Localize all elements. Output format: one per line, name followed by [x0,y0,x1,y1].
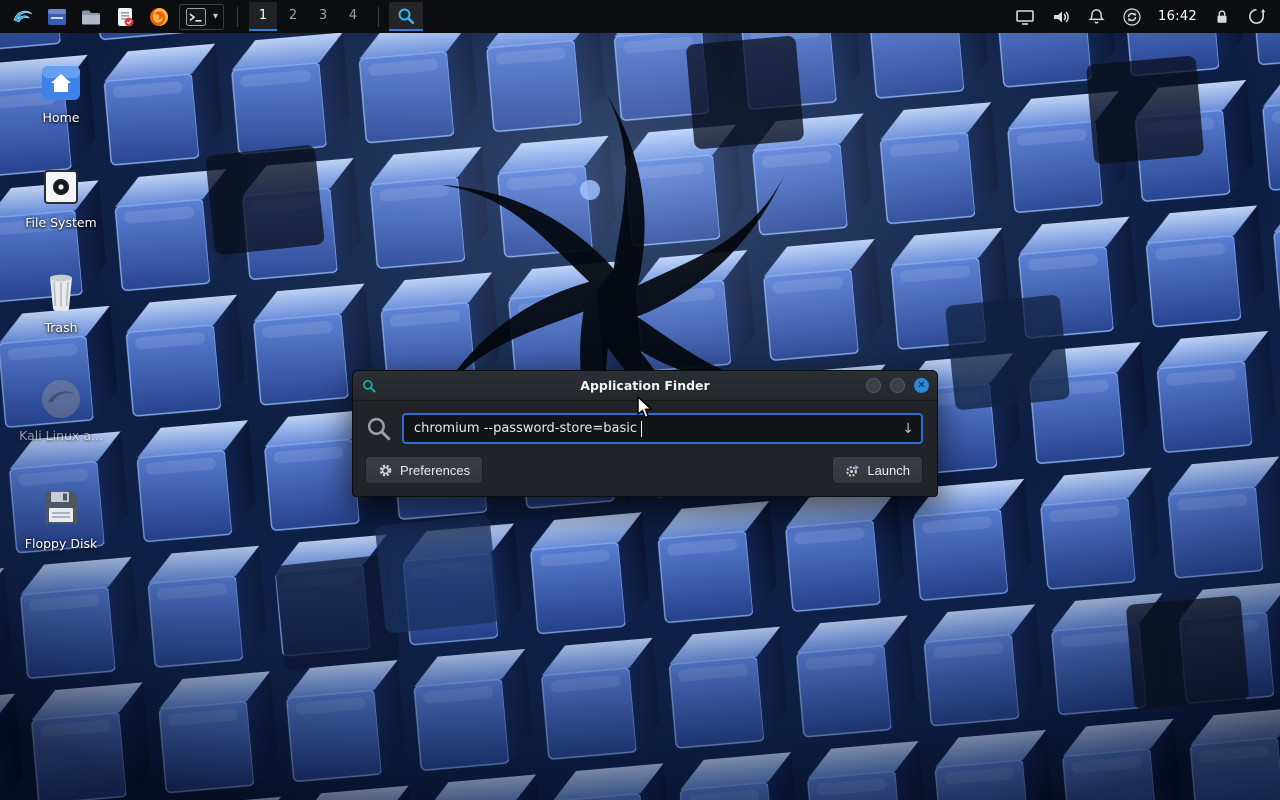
floppy-disk-icon [41,484,81,528]
home-icon [40,58,82,102]
desktop-icon-trash[interactable]: Trash [15,268,107,335]
window-title: Application Finder [353,378,937,393]
workspace-button-2[interactable]: 2 [279,2,307,31]
preferences-label: Preferences [400,463,470,478]
volume-icon[interactable] [1051,7,1071,27]
text-caret [641,421,642,437]
arrow-down-icon[interactable]: ↓ [902,421,914,437]
preferences-button[interactable]: Preferences [365,456,483,484]
display-icon[interactable] [1015,7,1035,27]
desktop-icon-label: File System [25,215,97,230]
folder-launcher[interactable] [77,3,105,31]
desktop-icon-label: Home [43,110,80,125]
command-input[interactable]: chromium --password-store=basic ↓ [402,413,923,444]
file-system-icon [41,163,81,207]
desktop-icon-label: Kali Linux a... [19,428,103,443]
application-finder-icon [396,6,416,26]
launch-button[interactable]: Launch [832,456,923,484]
launch-icon [845,463,860,478]
kali-menu-icon [11,5,35,29]
sync-icon[interactable] [1122,7,1142,27]
workspace-button-4[interactable]: 4 [339,2,367,31]
window-icon [361,378,377,394]
firefox-icon [148,6,170,28]
window-controls: ✕ [866,378,929,393]
workspace-label: 2 [289,8,297,23]
desktop-icon-floppy-disk[interactable]: Floppy Disk [15,484,107,551]
top-panel: ▾ 1 2 3 4 [0,0,1280,33]
folder-icon [80,6,102,28]
panel-separator [237,7,238,27]
mouse-cursor [636,396,654,420]
system-tray: 16:42 [1015,7,1274,27]
panel-separator [378,7,379,27]
terminal-launcher-group: ▾ [179,4,224,30]
launch-label: Launch [867,463,910,478]
minimize-button[interactable] [866,378,881,393]
clock[interactable]: 16:42 [1158,9,1197,24]
file-manager-icon [46,6,68,28]
text-editor-launcher[interactable] [111,3,139,31]
terminal-icon [185,6,207,28]
close-button[interactable]: ✕ [914,378,929,393]
desktop-icon-kali-linux[interactable]: Kali Linux a... [15,376,107,443]
workspace-label: 3 [319,8,327,23]
gear-icon [378,463,393,478]
kali-menu-button[interactable] [9,3,37,31]
workspace-label: 1 [259,8,267,23]
desktop-icon-home[interactable]: Home [15,58,107,125]
workspace-button-3[interactable]: 3 [309,2,337,31]
command-input-value: chromium --password-store=basic [414,421,637,436]
text-editor-icon [114,6,136,28]
file-manager-launcher[interactable] [43,3,71,31]
kali-docs-icon [40,376,82,420]
terminal-launcher[interactable] [182,3,210,31]
taskbar-window-application-finder[interactable] [389,2,423,31]
desktop-icon-label: Floppy Disk [25,536,97,551]
application-finder-window: Application Finder ✕ chromium --password… [352,370,938,497]
button-row: Preferences Launch [365,456,923,484]
lock-icon[interactable] [1213,7,1231,26]
trash-icon [42,268,80,312]
workspace-label: 4 [349,8,357,23]
chevron-down-icon[interactable]: ▾ [210,11,221,22]
desktop: ▾ 1 2 3 4 [0,0,1280,800]
desktop-icon-label: Trash [44,320,77,335]
maximize-button[interactable] [890,378,905,393]
firefox-launcher[interactable] [145,3,173,31]
search-icon [365,415,392,442]
workspace-button-1[interactable]: 1 [249,2,277,31]
logout-icon[interactable] [1247,7,1266,26]
desktop-icon-file-system[interactable]: File System [15,163,107,230]
notifications-bell-icon[interactable] [1087,7,1106,26]
